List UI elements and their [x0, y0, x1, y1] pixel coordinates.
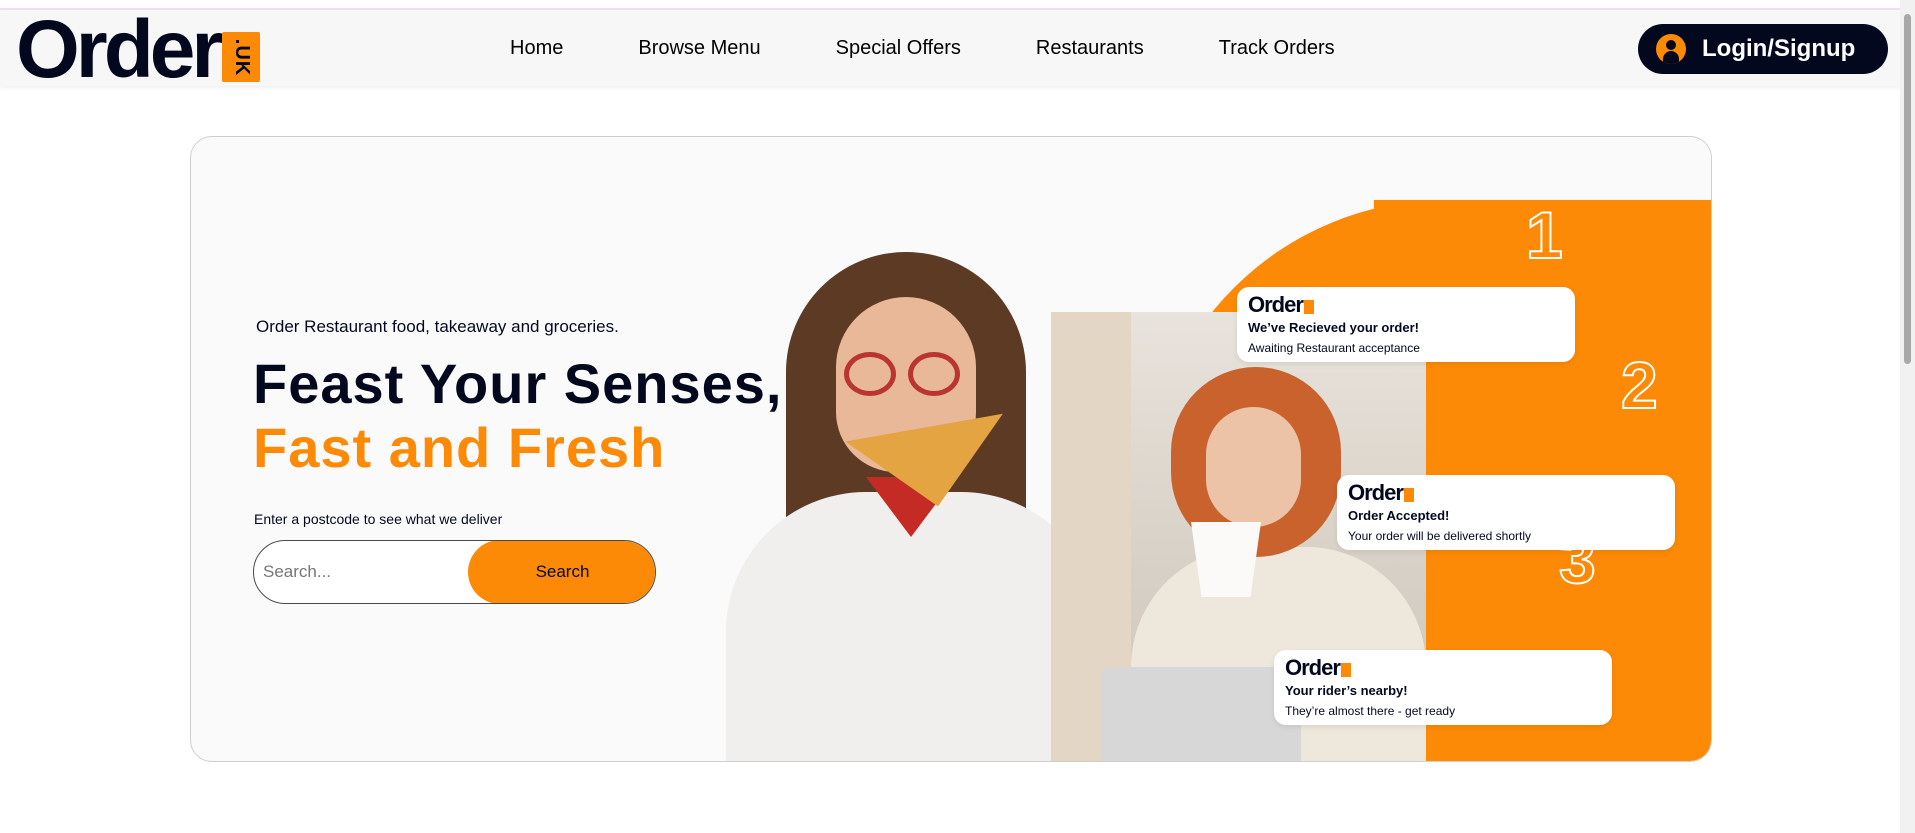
- page-scrollbar[interactable]: [1900, 0, 1915, 833]
- postcode-search-input[interactable]: [254, 541, 474, 603]
- nav-browse-menu[interactable]: Browse Menu: [638, 37, 760, 60]
- nav-track-orders[interactable]: Track Orders: [1219, 37, 1335, 60]
- logo-word: Order: [16, 4, 223, 95]
- notification-order-received: Order We’ve Recieved your order! Awaitin…: [1237, 287, 1575, 362]
- nav-home[interactable]: Home: [510, 37, 563, 60]
- notification-logo: Order: [1285, 655, 1601, 681]
- notification-text: They’re almost there - get ready: [1285, 704, 1456, 718]
- hero-headline-accent: Fast and Fresh: [253, 416, 666, 479]
- login-signup-label: Login/Signup: [1702, 35, 1856, 62]
- site-header: Order .UK Home Browse Menu Special Offer…: [0, 4, 1900, 95]
- nav-special-offers[interactable]: Special Offers: [836, 37, 961, 60]
- top-border: [0, 0, 1900, 10]
- notification-rider-nearby: Order Your rider’s nearby! They’re almos…: [1274, 650, 1612, 725]
- logo-badge: .UK: [222, 32, 261, 82]
- notification-logo: Order: [1248, 292, 1564, 318]
- logo-badge-text: .UK: [230, 38, 253, 76]
- notification-title: Order Accepted!: [1348, 508, 1450, 523]
- laptop: [1101, 667, 1301, 761]
- scrollbar-thumb[interactable]: [1904, 14, 1911, 364]
- user-icon: [1656, 34, 1686, 64]
- postcode-label: Enter a postcode to see what we deliver: [254, 511, 503, 527]
- hero-card: Order Restaurant food, takeaway and groc…: [190, 136, 1712, 762]
- order-uk-logo[interactable]: Order .UK: [16, 4, 261, 95]
- search-button[interactable]: Search: [468, 541, 655, 603]
- notification-title: We’ve Recieved your order!: [1248, 320, 1419, 335]
- nav-restaurants[interactable]: Restaurants: [1036, 37, 1144, 60]
- postcode-search-box: Search: [253, 540, 656, 604]
- notification-logo: Order: [1348, 480, 1664, 506]
- main-nav: Home Browse Menu Special Offers Restaura…: [510, 10, 1335, 86]
- hero-headline: Feast Your Senses,: [253, 352, 783, 415]
- step-number-1: 1: [1525, 197, 1564, 273]
- hero-tagline: Order Restaurant food, takeaway and groc…: [256, 317, 619, 336]
- notification-order-accepted: Order Order Accepted! Your order will be…: [1337, 475, 1675, 550]
- notification-text: Awaiting Restaurant acceptance: [1248, 341, 1420, 355]
- noodle-box: [1191, 522, 1261, 597]
- notification-text: Your order will be delivered shortly: [1348, 529, 1531, 543]
- login-signup-button[interactable]: Login/Signup: [1638, 24, 1888, 74]
- step-number-2: 2: [1620, 347, 1659, 423]
- notification-title: Your rider’s nearby!: [1285, 683, 1408, 698]
